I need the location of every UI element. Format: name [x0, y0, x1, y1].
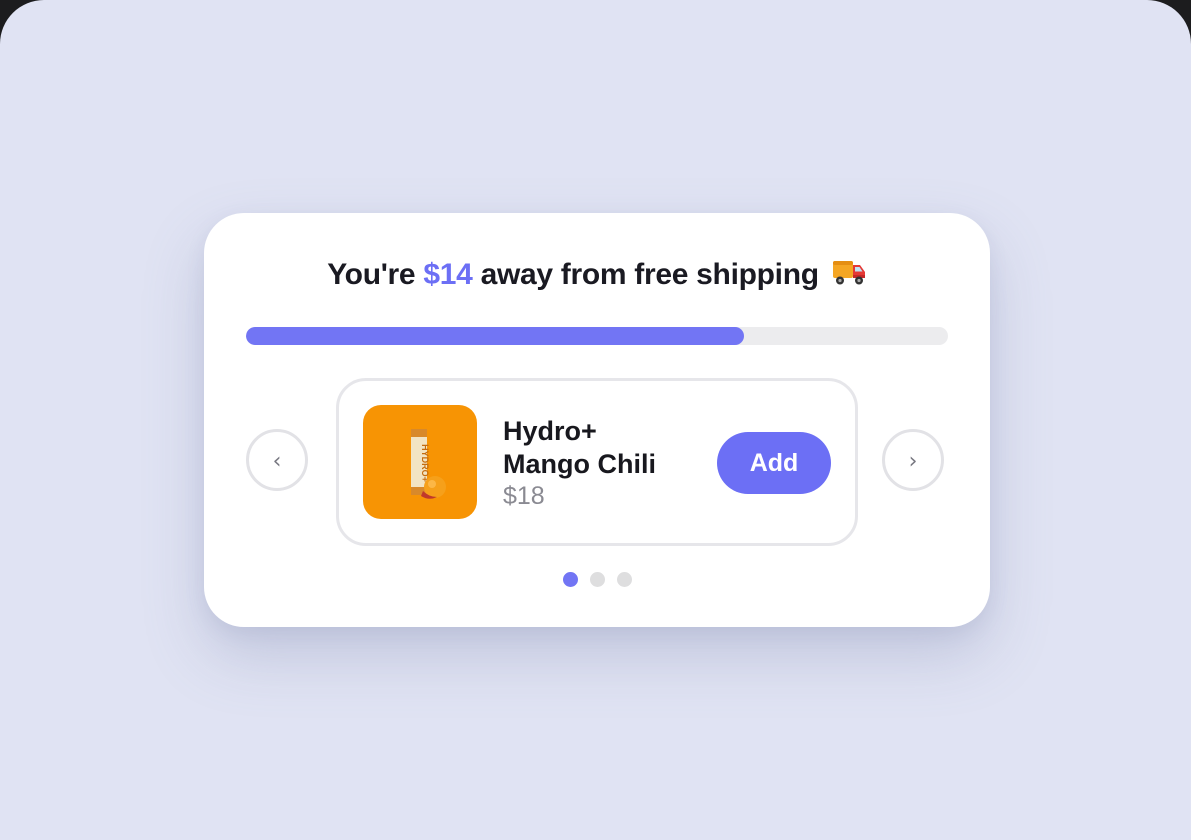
- product-name-line1: Hydro+: [503, 416, 597, 446]
- headline-prefix: You're: [327, 258, 416, 291]
- carousel-prev-button[interactable]: ‹: [246, 429, 308, 491]
- carousel-pagination: [204, 572, 990, 587]
- carousel-dot[interactable]: [562, 572, 578, 587]
- product-name: Hydro+ Mango Chili: [503, 415, 703, 481]
- product-name-line2: Mango Chili: [503, 449, 656, 479]
- shipping-progress-fill: [246, 327, 745, 345]
- chevron-right-icon: ›: [908, 449, 918, 474]
- free-shipping-upsell-card: You're $14 away from free shipping ‹ HYD…: [204, 213, 990, 627]
- shipping-progress-bar: [246, 327, 948, 345]
- carousel-dot[interactable]: [589, 572, 605, 587]
- product-price: $18: [503, 482, 545, 510]
- delivery-truck-icon: [831, 257, 867, 295]
- product-image: HYDRO+: [363, 405, 477, 519]
- free-shipping-headline: You're $14 away from free shipping: [204, 257, 990, 295]
- product-card: HYDRO+ Hydro+ Mango Chili $18 Add: [336, 378, 858, 546]
- headline-suffix: away from free shipping: [480, 258, 819, 291]
- app-background: You're $14 away from free shipping ‹ HYD…: [0, 0, 1191, 840]
- carousel-next-button[interactable]: ›: [882, 429, 944, 491]
- carousel-dot[interactable]: [616, 572, 632, 587]
- add-to-cart-button[interactable]: Add: [717, 432, 831, 494]
- chevron-left-icon: ‹: [272, 449, 282, 474]
- amount-remaining: $14: [423, 258, 473, 291]
- product-image-label: HYDRO+: [420, 444, 430, 482]
